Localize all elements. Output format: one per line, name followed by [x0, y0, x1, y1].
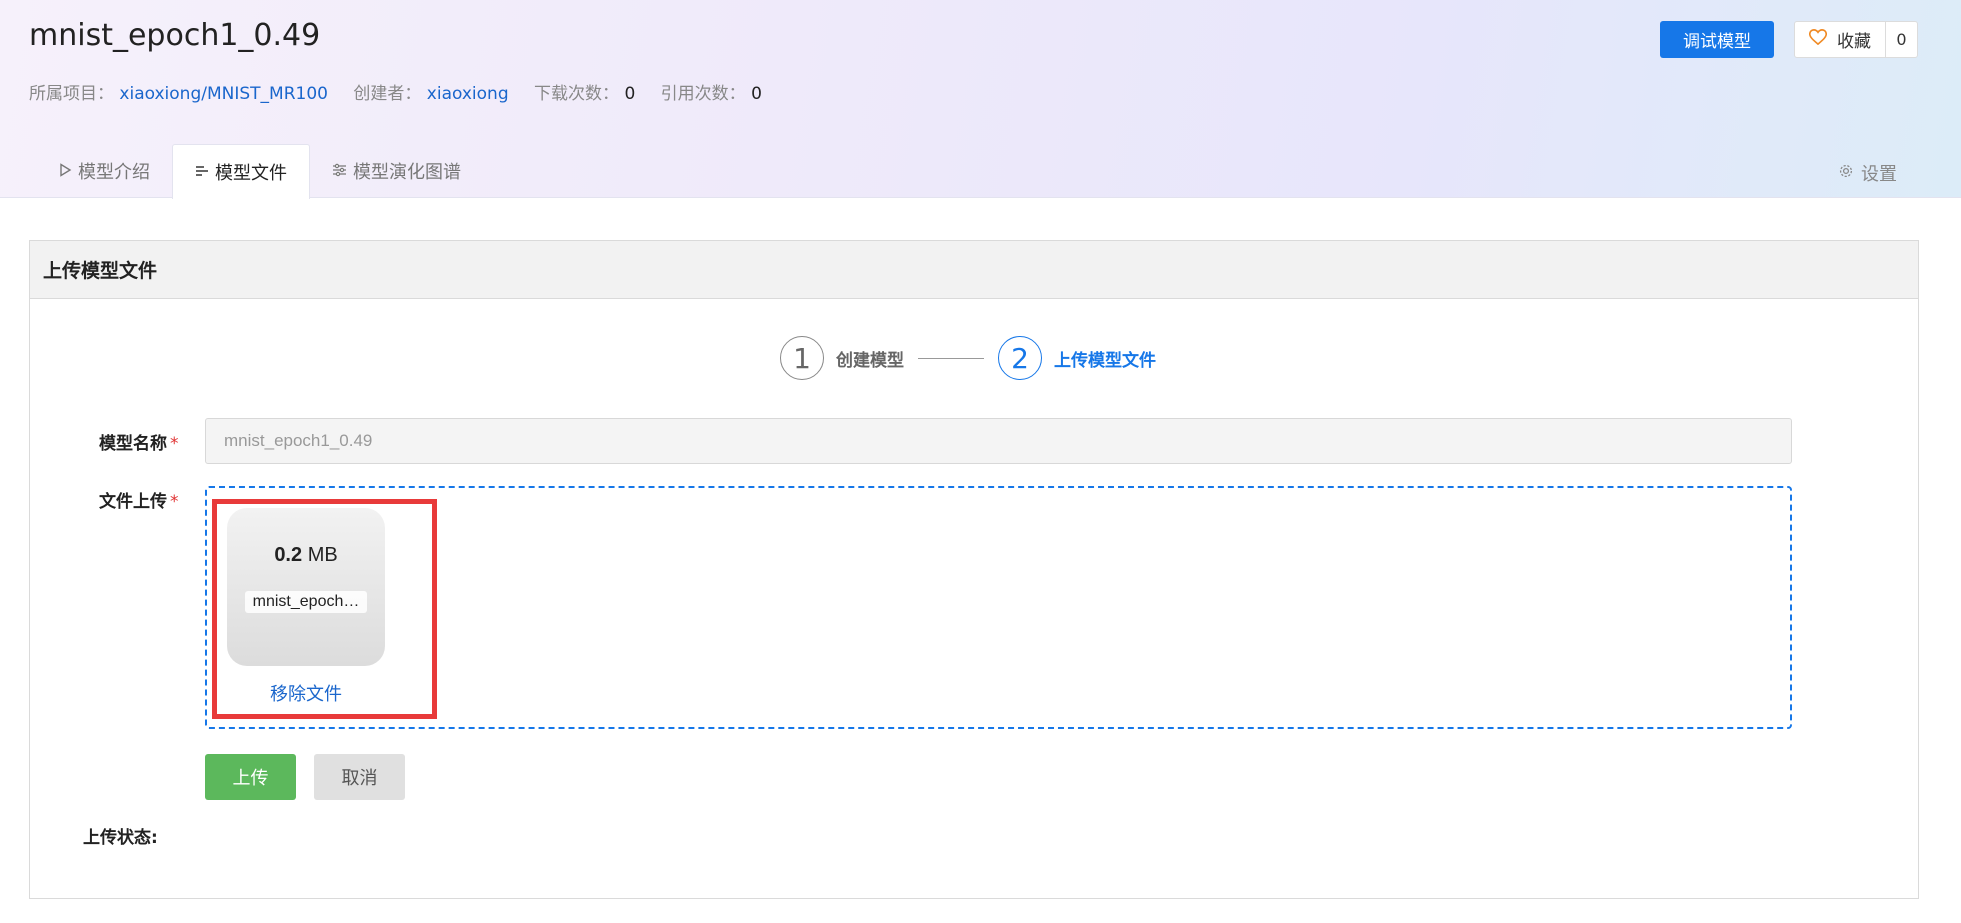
file-upload-label: 文件上传 *	[99, 487, 179, 512]
model-name-label: 模型名称 *	[99, 429, 179, 454]
downloads-label: 下载次数：	[534, 84, 620, 104]
tab-label: 模型介绍	[78, 162, 150, 183]
list-icon	[195, 162, 209, 183]
model-name-input[interactable]	[205, 418, 1792, 464]
file-upload-label-text: 文件上传	[99, 492, 167, 512]
step-2-number: 2	[998, 336, 1042, 380]
step-1-label: 创建模型	[836, 350, 904, 371]
upload-button[interactable]: 上传	[205, 754, 296, 800]
file-size: 0.2 MB	[227, 544, 385, 567]
file-size-value: 0.2	[274, 544, 303, 566]
favorite-count: 0	[1885, 22, 1917, 57]
tab-label: 模型演化图谱	[353, 162, 461, 183]
play-icon	[58, 161, 72, 182]
settings-link[interactable]: 设置	[1838, 160, 1897, 186]
step-connector	[918, 357, 984, 359]
favorite-button[interactable]: 收藏	[1795, 22, 1885, 57]
model-tabs: 模型介绍 模型文件 模型演化图谱	[36, 144, 483, 199]
heart-icon	[1808, 29, 1828, 50]
favorite-label: 收藏	[1837, 32, 1871, 52]
tab-model-intro[interactable]: 模型介绍	[36, 144, 172, 198]
remove-file-link[interactable]: 移除文件	[227, 680, 385, 706]
cancel-button[interactable]: 取消	[314, 754, 405, 800]
creator-label: 创建者：	[353, 84, 422, 104]
tab-model-evolution[interactable]: 模型演化图谱	[310, 144, 483, 198]
tab-label: 模型文件	[215, 163, 287, 184]
step-2-label: 上传模型文件	[1054, 350, 1156, 371]
file-preview-card: 0.2 MB mnist_epoch…	[227, 508, 385, 666]
downloads-count: 0	[624, 84, 636, 104]
panel-title: 上传模型文件	[30, 241, 1918, 299]
page-header: mnist_epoch1_0.49 所属项目： xiaoxiong/MNIST_…	[0, 0, 1961, 199]
file-size-unit: MB	[307, 544, 338, 566]
upload-steps: 1 创建模型 2 上传模型文件	[780, 336, 1156, 380]
step-1-number: 1	[780, 336, 824, 380]
citations-label: 引用次数：	[660, 84, 746, 104]
tab-model-files[interactable]: 模型文件	[172, 144, 310, 199]
sliders-icon	[332, 161, 347, 182]
model-meta: 所属项目： xiaoxiong/MNIST_MR100 创建者： xiaoxio…	[29, 79, 782, 104]
model-name-label-text: 模型名称	[99, 434, 167, 454]
file-name: mnist_epoch…	[245, 591, 367, 613]
project-label: 所属项目：	[29, 84, 114, 104]
required-mark: *	[170, 492, 179, 512]
settings-label: 设置	[1861, 164, 1897, 185]
file-dropzone[interactable]	[205, 486, 1792, 729]
citations-count: 0	[751, 84, 762, 104]
debug-model-button[interactable]: 调试模型	[1660, 21, 1774, 58]
model-title: mnist_epoch1_0.49	[29, 18, 321, 53]
project-link[interactable]: xiaoxiong/MNIST_MR100	[119, 84, 328, 104]
required-mark: *	[170, 434, 179, 454]
favorite-control: 收藏 0	[1794, 21, 1918, 58]
creator-link[interactable]: xiaoxiong	[427, 84, 509, 104]
upload-status-label: 上传状态:	[83, 828, 158, 848]
gear-icon	[1838, 163, 1854, 184]
